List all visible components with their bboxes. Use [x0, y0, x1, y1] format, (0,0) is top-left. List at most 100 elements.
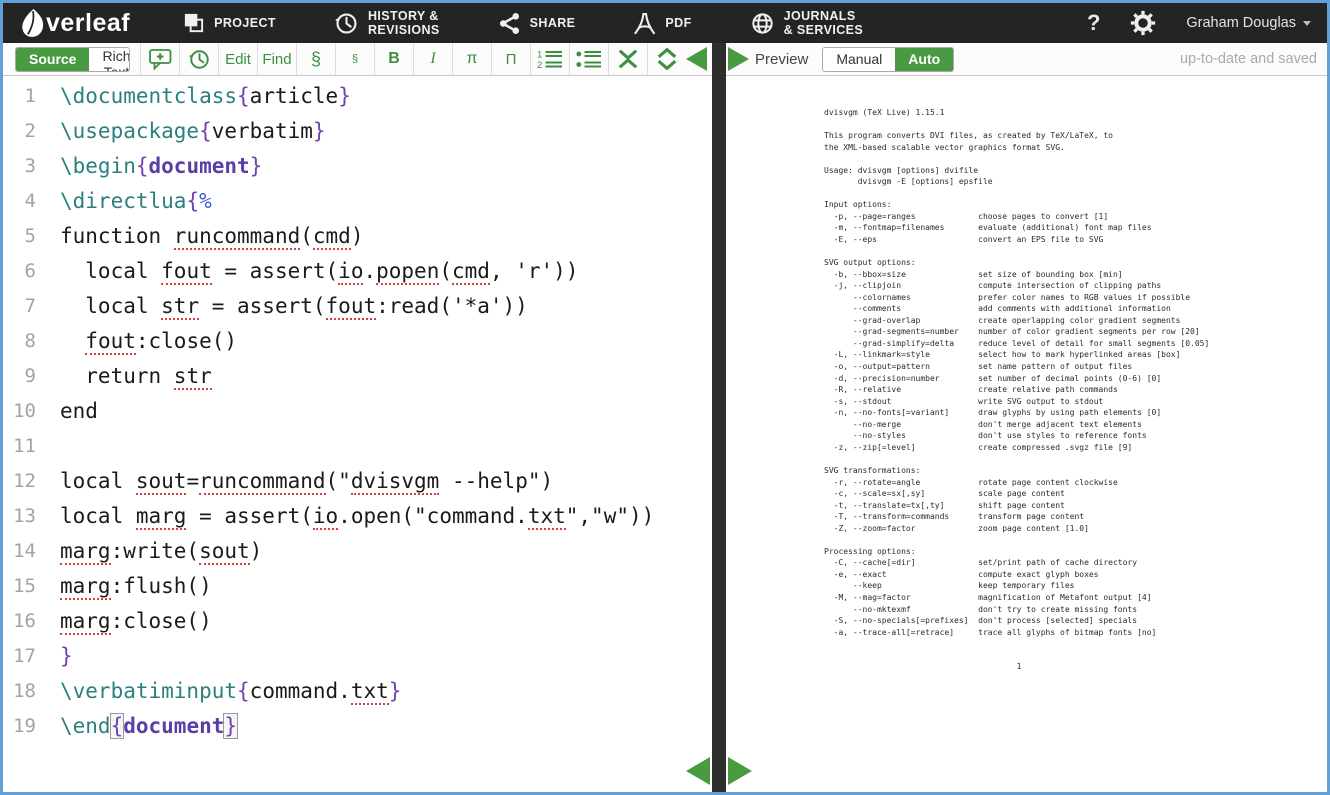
user-name: Graham Douglas	[1186, 15, 1296, 31]
line-number: 19	[3, 709, 45, 744]
history-clock-icon	[188, 48, 211, 71]
code-line[interactable]: \directlua{%	[60, 184, 712, 219]
journals-services-button[interactable]: JOURNALS& SERVICES	[750, 9, 864, 38]
line-number: 2	[3, 114, 45, 149]
overleaf-logo[interactable]: verleaf	[19, 8, 130, 39]
edit-menu-button[interactable]: Edit	[218, 43, 257, 75]
source-richtext-toggle: Source Rich Text	[15, 47, 130, 72]
expand-preview-button[interactable]	[728, 47, 749, 71]
svg-text:2: 2	[537, 60, 542, 69]
logo-text: verleaf	[46, 8, 130, 38]
code-line[interactable]: local sout=runcommand("dvisvgm --help")	[60, 464, 712, 499]
globe-icon	[750, 11, 775, 36]
line-number: 17	[3, 639, 45, 674]
code-line[interactable]	[60, 429, 712, 464]
history-icon	[334, 11, 359, 36]
bullet-list-button[interactable]	[569, 43, 608, 75]
code-line[interactable]: \verbatiminput{command.txt}	[60, 674, 712, 709]
line-number: 5	[3, 219, 45, 254]
code-line[interactable]: return str	[60, 359, 712, 394]
overleaf-window: verleaf PROJECT HISTORY &REVISIONS SHARE…	[0, 0, 1330, 795]
gear-icon	[1130, 10, 1156, 36]
expand-preview-bottom-button[interactable]	[728, 757, 752, 785]
user-menu[interactable]: Graham Douglas	[1186, 15, 1311, 31]
code-editor[interactable]: 12345678910111213141516171819 \documentc…	[3, 76, 712, 792]
project-button[interactable]: PROJECT	[182, 12, 276, 35]
code-line[interactable]: marg:close()	[60, 604, 712, 639]
help-button[interactable]: ?	[1087, 10, 1100, 36]
rich-text-tab[interactable]: Rich Text	[89, 48, 130, 71]
code-line[interactable]: marg:write(sout)	[60, 534, 712, 569]
history-revisions-button[interactable]: HISTORY &REVISIONS	[334, 9, 440, 38]
share-label: SHARE	[530, 16, 576, 30]
comment-plus-icon	[148, 48, 173, 71]
share-button[interactable]: SHARE	[498, 12, 576, 35]
project-icon	[182, 12, 205, 35]
pdf-preview[interactable]: dvisvgm (TeX Live) 1.15.1 This program c…	[726, 76, 1327, 792]
line-number: 12	[3, 464, 45, 499]
code-line[interactable]: }	[60, 639, 712, 674]
chevron-down-icon	[1303, 21, 1311, 26]
share-icon	[498, 12, 521, 35]
add-comment-button[interactable]	[140, 43, 179, 75]
inline-math-button[interactable]: π	[452, 43, 491, 75]
expand-chevrons-icon	[656, 48, 678, 70]
code-line[interactable]: \end{document}	[60, 709, 712, 744]
code-lines[interactable]: \documentclass{article}\usepackage{verba…	[45, 76, 712, 792]
collapse-chevrons-icon	[617, 48, 639, 70]
pane-divider[interactable]	[712, 43, 726, 792]
code-line[interactable]: end	[60, 394, 712, 429]
code-line[interactable]: local marg = assert(io.open("command.txt…	[60, 499, 712, 534]
manual-compile-button[interactable]: Manual	[823, 48, 895, 71]
main-area: Source Rich Text Edit Find § § B I π Π 1	[3, 43, 1327, 792]
code-line[interactable]: local str = assert(fout:read('*a'))	[60, 289, 712, 324]
pdf-button[interactable]: PDF	[633, 11, 691, 36]
code-line[interactable]: \usepackage{verbatim}	[60, 114, 712, 149]
line-number: 8	[3, 324, 45, 359]
code-line[interactable]: \documentclass{article}	[60, 79, 712, 114]
code-line[interactable]: marg:flush()	[60, 569, 712, 604]
settings-button[interactable]	[1130, 10, 1156, 36]
code-line[interactable]: function runcommand(cmd)	[60, 219, 712, 254]
line-number: 3	[3, 149, 45, 184]
line-number: 18	[3, 674, 45, 709]
preview-pane: Preview Manual Auto up-to-date and saved…	[726, 43, 1327, 792]
code-line[interactable]: fout:close()	[60, 324, 712, 359]
collapse-editor-bottom-button[interactable]	[686, 757, 710, 785]
history-revisions-label: HISTORY &REVISIONS	[368, 9, 440, 38]
find-menu-button[interactable]: Find	[257, 43, 296, 75]
subsection-button[interactable]: §	[335, 43, 374, 75]
top-menu: PROJECT HISTORY &REVISIONS SHARE PDF JOU…	[182, 9, 863, 38]
top-right-cluster: ? Graham Douglas	[1087, 10, 1311, 36]
line-number: 10	[3, 394, 45, 429]
line-number: 16	[3, 604, 45, 639]
line-number: 6	[3, 254, 45, 289]
pdf-text: dvisvgm (TeX Live) 1.15.1 This program c…	[726, 76, 1327, 673]
unindent-button[interactable]	[608, 43, 647, 75]
pdf-icon	[633, 11, 656, 36]
line-number: 1	[3, 79, 45, 114]
numbered-list-button[interactable]: 12	[530, 43, 569, 75]
history-undo-button[interactable]	[179, 43, 218, 75]
line-number-gutter: 12345678910111213141516171819	[3, 76, 45, 792]
auto-compile-button[interactable]: Auto	[895, 48, 953, 71]
bullet-list-icon	[576, 49, 602, 69]
line-number: 14	[3, 534, 45, 569]
line-number: 13	[3, 499, 45, 534]
preview-label: Preview	[755, 51, 808, 68]
line-number: 7	[3, 289, 45, 324]
code-line[interactable]: \begin{document}	[60, 149, 712, 184]
section-button[interactable]: §	[296, 43, 335, 75]
indent-button[interactable]	[647, 43, 686, 75]
project-label: PROJECT	[214, 16, 276, 30]
collapse-editor-button[interactable]	[686, 47, 707, 71]
line-number: 11	[3, 429, 45, 464]
source-tab[interactable]: Source	[16, 48, 89, 71]
display-math-button[interactable]: Π	[491, 43, 530, 75]
editor-pane: Source Rich Text Edit Find § § B I π Π 1	[3, 43, 712, 792]
numbered-list-icon: 12	[537, 49, 563, 69]
bold-button[interactable]: B	[374, 43, 413, 75]
italic-button[interactable]: I	[413, 43, 452, 75]
code-line[interactable]: local fout = assert(io.popen(cmd, 'r'))	[60, 254, 712, 289]
line-number: 9	[3, 359, 45, 394]
